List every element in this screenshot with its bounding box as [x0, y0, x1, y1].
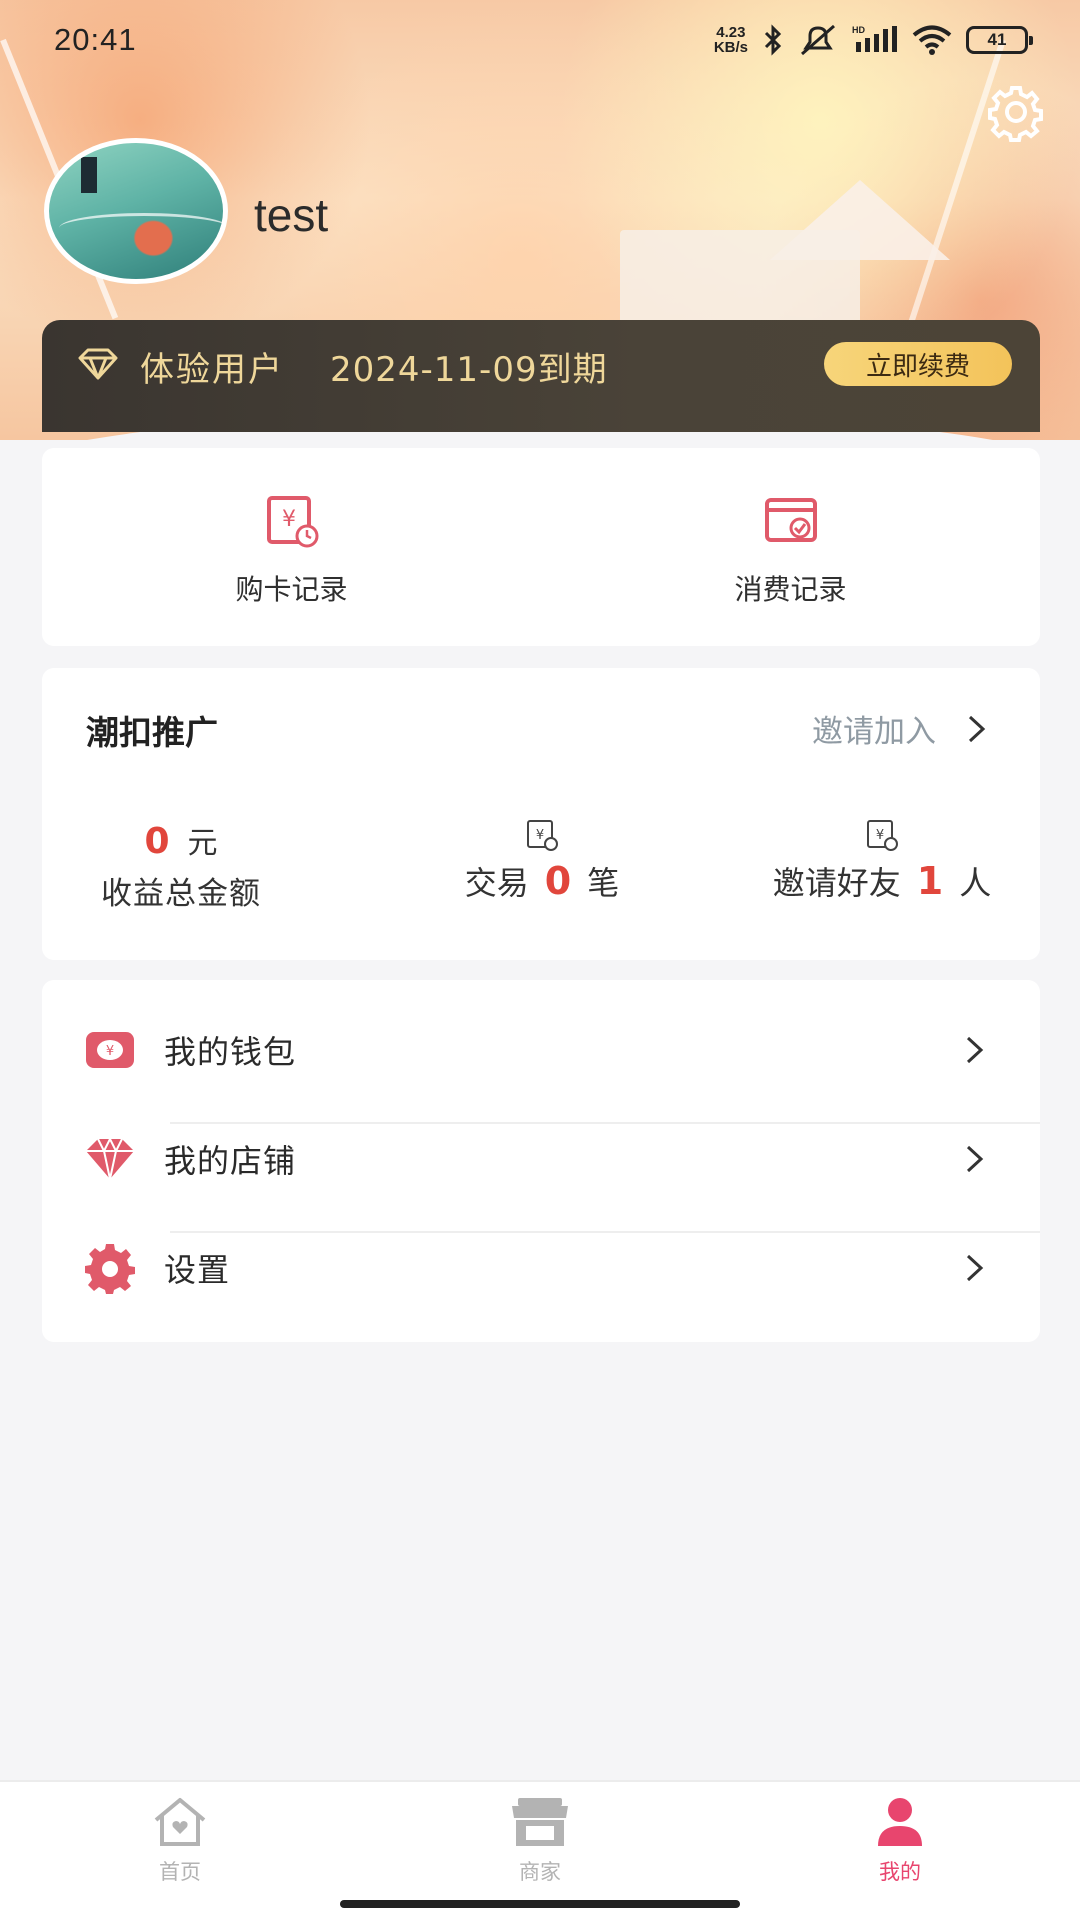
- invite-join-label: 邀请加入: [812, 714, 936, 750]
- invite-unit: 人: [959, 864, 992, 902]
- store-icon: [512, 1798, 568, 1846]
- menu-item-label: 我的钱包: [164, 1033, 297, 1071]
- promotion-title: 潮扣推广: [86, 713, 218, 752]
- avatar-wave: [59, 213, 223, 243]
- promotion-card: 潮扣推广 邀请加入 0元 收益总金额 ¥ 交易 0 笔 ¥ 邀请好友 1 人: [42, 668, 1040, 960]
- record-label: 消费记录: [734, 573, 847, 606]
- svg-text:¥: ¥: [282, 507, 296, 532]
- chevron-right-icon: [968, 715, 986, 742]
- status-icons: 4.23 KB/s HD 41: [713, 24, 1033, 56]
- trade-count-stat: ¥ 交易 0 笔: [422, 818, 662, 904]
- consumption-record-button[interactable]: 消费记录: [541, 448, 1040, 646]
- svg-text:¥: ¥: [876, 828, 884, 843]
- mute-bell-icon: [798, 24, 838, 56]
- nav-item-mine[interactable]: 我的: [720, 1782, 1080, 1920]
- invite-prefix: 邀请好友: [772, 864, 901, 902]
- total-income-label: 收益总金额: [101, 876, 261, 912]
- nav-label: 我的: [879, 1860, 921, 1884]
- records-card: ¥ 购卡记录 消费记录: [42, 448, 1040, 646]
- renew-button[interactable]: 立即续费: [824, 342, 1012, 386]
- membership-expiry: 2024-11-09到期: [330, 350, 608, 390]
- menu-item-store[interactable]: 我的店铺: [42, 1105, 1040, 1213]
- trade-unit: 笔: [587, 864, 620, 902]
- home-icon: [154, 1798, 206, 1846]
- menu-item-label: 我的店铺: [164, 1142, 297, 1180]
- home-indicator[interactable]: [340, 1900, 740, 1908]
- receipt-icon: ¥: [867, 820, 898, 851]
- network-speed: 4.23 KB/s: [713, 24, 748, 56]
- nav-label: 商家: [519, 1860, 561, 1884]
- membership-bar: 体验用户 2024-11-09到期 立即续费: [42, 320, 1040, 432]
- invited-friends-stat: ¥ 邀请好友 1 人: [752, 818, 1012, 904]
- diamond-store-icon: [86, 1136, 134, 1180]
- menu-item-wallet[interactable]: ¥ 我的钱包: [42, 996, 1040, 1104]
- menu-card: ¥ 我的钱包 我的店铺 设置: [42, 980, 1040, 1342]
- avatar[interactable]: [44, 138, 228, 284]
- card-purchase-record-icon: ¥: [266, 496, 318, 548]
- cellular-signal-icon: HD: [852, 24, 898, 56]
- avatar-seal: [81, 157, 97, 193]
- bluetooth-icon: [762, 24, 784, 56]
- user-icon: [878, 1798, 922, 1846]
- trade-prefix: 交易: [464, 864, 529, 902]
- gear-icon: [85, 1244, 135, 1294]
- svg-text:HD: HD: [852, 25, 865, 35]
- chevron-right-icon: [966, 1036, 984, 1064]
- record-label: 购卡记录: [235, 573, 348, 606]
- diamond-icon: [78, 348, 118, 380]
- svg-text:¥: ¥: [106, 1044, 114, 1059]
- settings-gear-button[interactable]: [986, 82, 1046, 142]
- trade-value: 0: [544, 859, 572, 903]
- gear-icon: [988, 86, 1043, 142]
- total-income-value: 0: [144, 821, 170, 862]
- invite-join-link[interactable]: 邀请加入: [812, 706, 988, 751]
- status-time: 20:41: [54, 22, 137, 57]
- nav-item-home[interactable]: 首页: [0, 1782, 360, 1920]
- battery-indicator: 41: [966, 26, 1033, 54]
- chevron-right-icon: [966, 1254, 984, 1282]
- total-income-unit: 元: [187, 826, 218, 861]
- svg-text:¥: ¥: [536, 828, 544, 843]
- invite-value: 1: [916, 859, 944, 903]
- menu-item-settings[interactable]: 设置: [42, 1214, 1040, 1322]
- consumption-record-icon: [764, 498, 817, 542]
- username: test: [254, 189, 329, 241]
- card-purchase-record-button[interactable]: ¥ 购卡记录: [42, 448, 541, 646]
- chevron-right-icon: [966, 1145, 984, 1173]
- status-bar: 20:41 4.23 KB/s HD 41: [0, 0, 1080, 80]
- total-income-stat: 0元 收益总金额: [86, 818, 276, 913]
- menu-item-label: 设置: [164, 1251, 231, 1289]
- nav-label: 首页: [159, 1860, 201, 1884]
- wifi-icon: [912, 24, 952, 56]
- membership-level: 体验用户: [140, 350, 284, 390]
- bottom-nav: 首页 商家 我的: [0, 1780, 1080, 1920]
- wallet-icon: ¥: [86, 1032, 134, 1068]
- receipt-icon: ¥: [527, 820, 558, 851]
